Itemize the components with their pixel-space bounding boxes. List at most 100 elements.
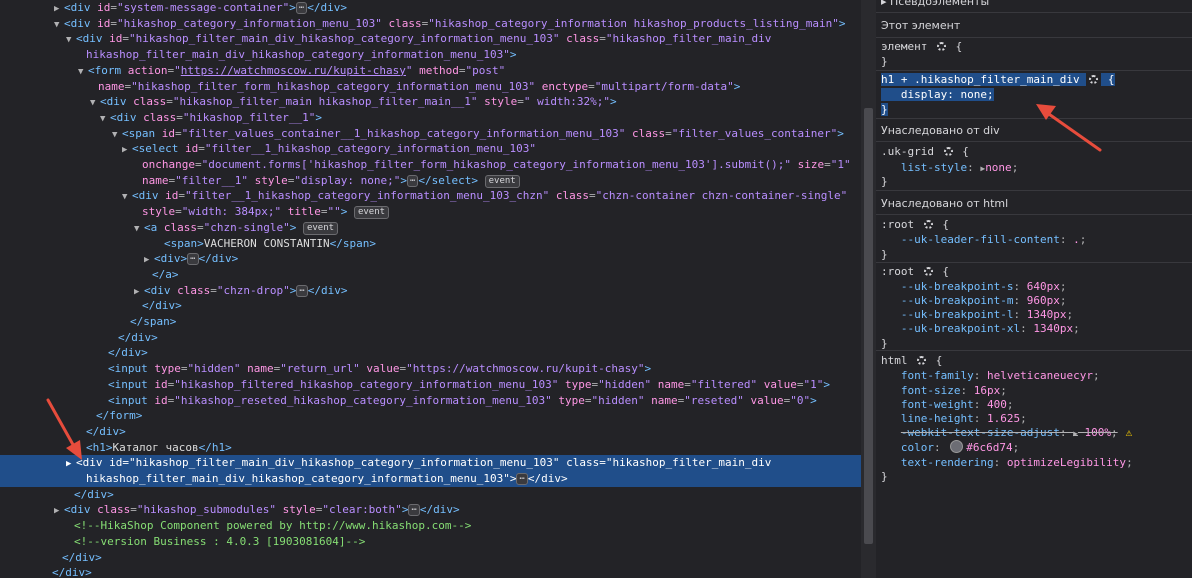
markup-line[interactable]: ▼ <span id="filter_values_container__1_hi…	[0, 126, 861, 142]
expand-toggle-icon[interactable]: ▶	[134, 284, 144, 300]
markup-line-content: <input id="hikashop_filtered_hikashop_ca…	[108, 377, 830, 391]
collapse-toggle-icon[interactable]: ▼	[90, 95, 100, 111]
pseudo-elements-header[interactable]: ▸ Псевдоэлементы	[881, 0, 1189, 9]
expand-toggle-icon[interactable]: ▶	[122, 142, 132, 158]
markup-line[interactable]: ▶ <div id="system-message-container"> ⋯ </d…	[0, 0, 861, 16]
markup-line[interactable]: ▼ <a class="chzn-single"> event	[0, 220, 861, 236]
markup-line[interactable]: name="filter__1" style="display: none;">…	[0, 173, 861, 189]
markup-line[interactable]: ▼ <form action="https://watchmoscow.ru/ku…	[0, 63, 861, 79]
expand-toggle-icon[interactable]: ▶	[144, 252, 154, 268]
markup-line-content: </div>	[86, 424, 126, 438]
markup-line-content: <div id="hikashop_filter_main_div_hikash…	[76, 32, 772, 46]
markup-line-content: hikashop_filter_main_div_hikashop_catego…	[86, 472, 568, 485]
markup-line[interactable]: ▼ <div id="filter__1_hikashop_category_in…	[0, 188, 861, 204]
markup-line-content: <!--HikaShop Component powered by http:/…	[74, 519, 472, 533]
markup-line[interactable]: ▶ <div class="chzn-drop"> ⋯ </div>	[0, 283, 861, 299]
rule-declaration[interactable]: display: none;	[881, 87, 1189, 102]
markup-line[interactable]: ▼ <div id="hikashop_category_information_…	[0, 16, 861, 32]
color-swatch-icon[interactable]	[950, 440, 964, 453]
collapse-toggle-icon[interactable]: ▼	[122, 189, 132, 205]
markup-line[interactable]: style="width: 384px;" title=""> event	[0, 204, 861, 220]
markup-line-content: <div class="hikashop_filter_main hikasho…	[100, 95, 617, 109]
markup-line[interactable]: ▼ <div id="hikashop_filter_main_div_hikas…	[0, 31, 861, 47]
markup-line[interactable]: ▶ <div class="hikashop_submodules" style=…	[0, 502, 861, 518]
gear-icon[interactable]	[923, 267, 933, 276]
markup-line-content: hikashop_filter_main_div_hikashop_catego…	[86, 48, 517, 62]
markup-line[interactable]: <span>VACHERON CONSTANTIN</span>	[0, 236, 861, 252]
markup-line-content: <div> ⋯ </div>	[154, 252, 239, 266]
markup-line[interactable]: hikashop_filter_main_div_hikashop_catego…	[0, 47, 861, 63]
markup-line[interactable]: name="hikashop_filter_form_hikashop_cate…	[0, 79, 861, 95]
markup-line-content: <form action="https://watchmoscow.ru/kup…	[88, 63, 506, 77]
markup-line-content: <div class="hikashop_filter__1">	[110, 110, 322, 124]
gear-icon[interactable]	[936, 42, 946, 51]
expand-toggle-icon[interactable]: ▶	[54, 503, 64, 519]
root-rule-2[interactable]: :root {	[881, 264, 1189, 279]
selected-node-line[interactable]: ▶ <div id="hikashop_filter_main_div_hikas…	[0, 455, 861, 472]
markup-line[interactable]: </div>	[0, 424, 861, 440]
markup-line[interactable]: <!--HikaShop Component powered by http:/…	[0, 518, 861, 534]
scrollbar-thumb[interactable]	[864, 108, 873, 544]
rules-panel: ▸ Псевдоэлементы Этот элемент элемент { …	[876, 0, 1192, 578]
markup-line-content: </form>	[96, 409, 143, 423]
markup-line[interactable]: </div>	[0, 345, 861, 361]
markup-line-content: </span>	[130, 315, 177, 328]
ukgrid-rule[interactable]: .uk-grid {	[881, 144, 1189, 159]
rule-selector[interactable]: h1 + .hikashop_filter_main_div {	[881, 72, 1189, 87]
collapse-toggle-icon[interactable]: ▼	[100, 111, 110, 127]
expand-toggle-icon[interactable]: ▶	[66, 456, 76, 472]
html-rule[interactable]: html {	[881, 353, 1189, 368]
gear-icon[interactable]	[943, 147, 953, 156]
selected-node-line[interactable]: hikashop_filter_main_div_hikashop_catego…	[0, 471, 861, 487]
markup-line[interactable]: ▶ <div> ⋯ </div>	[0, 251, 861, 267]
markup-line-content: </div>	[52, 566, 92, 578]
markup-line[interactable]: </span>	[0, 314, 861, 330]
collapse-toggle-icon[interactable]: ▼	[54, 17, 64, 33]
markup-line-content: <input id="hikashop_reseted_hikashop_cat…	[108, 393, 817, 407]
element-rule[interactable]: элемент {	[881, 39, 1189, 54]
markup-line-content: <div class="chzn-drop"> ⋯ </div>	[144, 283, 348, 297]
markup-line-content: <select id="filter__1_hikashop_category_…	[132, 142, 536, 156]
markup-line-content: <div id="system-message-container"> ⋯ </di…	[64, 1, 347, 14]
markup-line[interactable]: <!--version Business : 4.0.3 [1903081604…	[0, 534, 861, 550]
markup-line-content: <div id="filter__1_hikashop_category_inf…	[132, 189, 848, 203]
markup-line[interactable]: <input type="hidden" name="return_url" v…	[0, 361, 861, 377]
expand-toggle-icon[interactable]: ▶	[54, 1, 64, 17]
markup-line-content: </div>	[118, 330, 158, 344]
markup-line[interactable]: </div>	[0, 330, 861, 346]
collapse-toggle-icon[interactable]: ▼	[78, 64, 88, 80]
inherited-from-html-header: Унаследовано от html	[881, 197, 1009, 210]
markup-line-content: <span>VACHERON CONSTANTIN</span>	[164, 236, 376, 250]
markup-line-content: <h1>Каталог часов</h1>	[86, 440, 232, 454]
markup-line[interactable]: </a>	[0, 267, 861, 283]
markup-line[interactable]: <input id="hikashop_filtered_hikashop_ca…	[0, 377, 861, 393]
collapse-toggle-icon[interactable]: ▼	[134, 221, 144, 237]
markup-line[interactable]: ▶ <select id="filter__1_hikashop_category…	[0, 141, 861, 157]
markup-line[interactable]: ▼ <div class="hikashop_filter__1">	[0, 110, 861, 126]
markup-line[interactable]: <h1>Каталог часов</h1>	[0, 440, 861, 456]
root-rule-1[interactable]: :root {	[881, 217, 1189, 232]
markup-line-content: </div>	[74, 487, 114, 501]
markup-line[interactable]: onchange="document.forms['hikashop_filte…	[0, 157, 861, 173]
markup-scrollbar[interactable]	[861, 0, 876, 578]
gear-icon[interactable]	[923, 220, 933, 229]
markup-line[interactable]: </div>	[0, 487, 861, 503]
markup-panel: ▶ <div id="system-message-container"> ⋯ </d…	[0, 0, 861, 578]
markup-line[interactable]: <input id="hikashop_reseted_hikashop_cat…	[0, 393, 861, 409]
markup-line-content: <div class="hikashop_submodules" style="…	[64, 503, 460, 517]
collapse-toggle-icon[interactable]: ▼	[66, 32, 76, 48]
markup-line[interactable]: </div>	[0, 550, 861, 566]
markup-line[interactable]: ▼ <div class="hikashop_filter_main hikash…	[0, 94, 861, 110]
gear-icon[interactable]	[917, 356, 927, 365]
gear-icon[interactable]	[1089, 75, 1099, 84]
markup-line[interactable]: </form>	[0, 408, 861, 424]
markup-line-content: </div>	[108, 346, 148, 360]
markup-line[interactable]: </div>	[0, 298, 861, 314]
markup-line-content: <input type="hidden" name="return_url" v…	[108, 362, 652, 376]
markup-line[interactable]: </div>	[0, 565, 861, 578]
webkit-declaration[interactable]: -webkit-text-size-adjust: ▶ 100%; ⚠	[881, 425, 1189, 440]
collapse-toggle-icon[interactable]: ▼	[112, 127, 122, 143]
markup-line-content: onchange="document.forms['hikashop_filte…	[142, 158, 851, 171]
markup-line-content: <div id="hikashop_filter_main_div_hikash…	[76, 456, 772, 470]
markup-line-content: </div>	[142, 299, 182, 313]
